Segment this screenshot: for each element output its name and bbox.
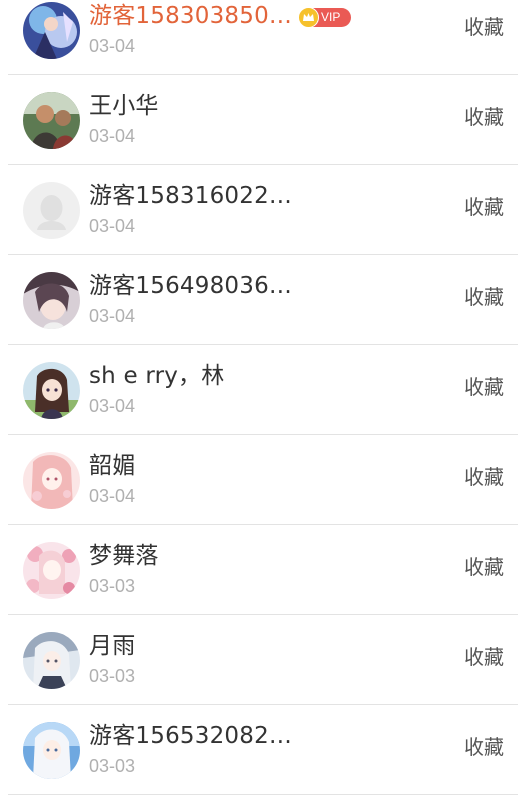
user-name: 游客158316022… <box>89 183 293 209</box>
date-text: 03-03 <box>89 576 136 596</box>
date-text: 03-04 <box>89 396 136 416</box>
avatar[interactable] <box>23 182 80 239</box>
collect-button[interactable]: 收藏 <box>464 374 504 400</box>
date-text: 03-04 <box>89 36 136 56</box>
collect-button[interactable]: 收藏 <box>464 14 504 40</box>
avatar[interactable] <box>23 362 80 419</box>
collect-button[interactable]: 收藏 <box>464 644 504 670</box>
vip-badge: VIP <box>298 7 351 28</box>
avatar[interactable] <box>23 542 80 599</box>
collect-button[interactable]: 收藏 <box>464 104 504 130</box>
date-text: 03-04 <box>89 126 136 146</box>
list-item[interactable]: sh e rry，林 03-04 收藏 <box>8 345 518 435</box>
user-name: 游客156532082… <box>89 723 293 749</box>
user-name: 梦舞落 <box>89 543 159 569</box>
user-name: 韶媚 <box>89 453 136 479</box>
user-name: sh e rry，林 <box>89 363 225 389</box>
list-item[interactable]: 月雨 03-03 收藏 <box>8 615 518 705</box>
user-name: 游客156498036… <box>89 273 293 299</box>
list-item[interactable]: 梦舞落 03-03 收藏 <box>8 525 518 615</box>
date-text: 03-03 <box>89 756 136 776</box>
user-name: 游客158303850… <box>89 3 293 29</box>
collect-button[interactable]: 收藏 <box>464 554 504 580</box>
date-text: 03-03 <box>89 666 136 686</box>
avatar[interactable] <box>23 272 80 329</box>
date-text: 03-04 <box>89 486 136 506</box>
collect-button[interactable]: 收藏 <box>464 194 504 220</box>
list-item[interactable]: 游客156532082… 03-03 收藏 <box>8 705 518 795</box>
collect-button[interactable]: 收藏 <box>464 284 504 310</box>
date-text: 03-04 <box>89 306 136 326</box>
vip-label: VIP <box>321 10 341 24</box>
date-text: 03-04 <box>89 216 136 236</box>
list-item[interactable]: 游客158316022… 03-04 收藏 <box>8 165 518 255</box>
avatar[interactable] <box>23 722 80 779</box>
list-item[interactable]: 游客156498036… 03-04 收藏 <box>8 255 518 345</box>
avatar[interactable] <box>23 632 80 689</box>
list-item[interactable]: 韶媚 03-04 收藏 <box>8 435 518 525</box>
avatar[interactable] <box>23 2 80 59</box>
user-name: 王小华 <box>89 93 159 119</box>
crown-icon <box>298 7 319 28</box>
list-item[interactable]: 游客158303850… VIP 03-04 收藏 <box>8 0 518 75</box>
avatar[interactable] <box>23 452 80 509</box>
avatar[interactable] <box>23 92 80 149</box>
list-item[interactable]: 王小华 03-04 收藏 <box>8 75 518 165</box>
collect-button[interactable]: 收藏 <box>464 734 504 760</box>
user-name: 月雨 <box>89 633 136 659</box>
collect-button[interactable]: 收藏 <box>464 464 504 490</box>
user-list: 游客158303850… VIP 03-04 收藏 王小华 03-04 收藏 游… <box>0 0 527 795</box>
